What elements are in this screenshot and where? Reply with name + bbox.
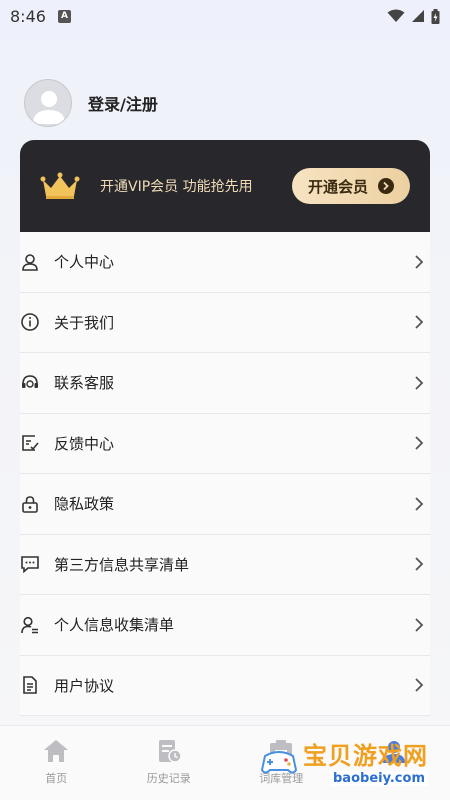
menu-item-personal-info-collection[interactable]: 个人信息收集清单 xyxy=(20,595,430,656)
vip-button-label: 开通会员 xyxy=(307,177,368,196)
chevron-right-icon xyxy=(412,554,426,574)
menu-item-customer-service[interactable]: 联系客服 xyxy=(20,353,430,414)
tab-history[interactable]: 历史记录 xyxy=(119,738,219,800)
watermark-text: 宝贝游戏网 xyxy=(303,742,428,770)
lock-icon xyxy=(20,494,40,514)
feedback-icon xyxy=(20,433,40,453)
chevron-right-icon xyxy=(412,615,426,635)
menu-item-label: 个人中心 xyxy=(54,253,115,272)
menu-item-personal-center[interactable]: 个人中心 xyxy=(20,232,430,293)
gamepad-icon xyxy=(260,751,298,774)
vip-subscribe-button[interactable]: 开通会员 xyxy=(292,168,410,204)
avatar-placeholder-icon xyxy=(33,91,65,124)
message-icon xyxy=(20,554,40,574)
status-time: 8:46 xyxy=(10,6,46,26)
menu-item-third-party-sharing[interactable]: 第三方信息共享清单 xyxy=(20,535,430,595)
signal-icon xyxy=(412,10,424,22)
menu-item-label: 隐私政策 xyxy=(54,495,115,514)
menu-item-label: 第三方信息共享清单 xyxy=(54,555,190,574)
tab-label: 历史记录 xyxy=(146,772,191,785)
vip-promo-text: 开通VIP会员 功能抢先用 xyxy=(100,179,253,195)
tab-home[interactable]: 首页 xyxy=(6,738,106,800)
headset-icon xyxy=(20,373,40,393)
chevron-right-icon xyxy=(412,373,426,393)
user-icon xyxy=(20,252,40,272)
menu-item-label: 用户协议 xyxy=(54,676,115,695)
vip-banner[interactable]: 开通VIP会员 功能抢先用 开通会员 xyxy=(20,140,430,232)
crown-icon xyxy=(40,172,80,199)
menu-item-about-us[interactable]: 关于我们 xyxy=(20,293,430,353)
menu-item-feedback[interactable]: 反馈中心 xyxy=(20,414,430,474)
tab-label: 首页 xyxy=(45,772,68,785)
status-bar: 8:46 A xyxy=(0,0,450,32)
profile-header[interactable]: 登录/注册 xyxy=(24,78,158,128)
chevron-right-icon xyxy=(412,675,426,695)
menu-item-label: 个人信息收集清单 xyxy=(54,616,175,635)
watermark-url: baobeiy.com xyxy=(330,771,428,786)
settings-menu: 个人中心 关于我们 联系客服 反馈中心 隐私政策 第三方信息共享清单 个人信息收… xyxy=(20,232,430,716)
battery-icon xyxy=(431,8,440,24)
chevron-right-icon xyxy=(412,312,426,332)
avatar[interactable] xyxy=(24,79,72,127)
document-icon xyxy=(20,675,40,695)
watermark: 宝贝游戏网 baobeiy.com xyxy=(259,736,428,786)
arrow-right-icon xyxy=(378,178,394,194)
chevron-right-icon xyxy=(412,433,426,453)
home-icon xyxy=(44,740,69,762)
login-register-link[interactable]: 登录/注册 xyxy=(88,91,158,115)
chevron-right-icon xyxy=(412,252,426,272)
history-icon xyxy=(158,740,182,763)
menu-item-label: 关于我们 xyxy=(54,313,115,332)
status-icons xyxy=(387,8,440,24)
user-list-icon xyxy=(20,615,40,635)
notification-icon: A xyxy=(57,9,71,23)
wifi-icon xyxy=(387,9,405,22)
info-icon xyxy=(20,312,40,332)
menu-item-label: 反馈中心 xyxy=(54,434,115,453)
menu-item-privacy-policy[interactable]: 隐私政策 xyxy=(20,474,430,535)
menu-item-label: 联系客服 xyxy=(54,374,115,393)
menu-item-user-agreement[interactable]: 用户协议 xyxy=(20,656,430,716)
chevron-right-icon xyxy=(412,494,426,514)
